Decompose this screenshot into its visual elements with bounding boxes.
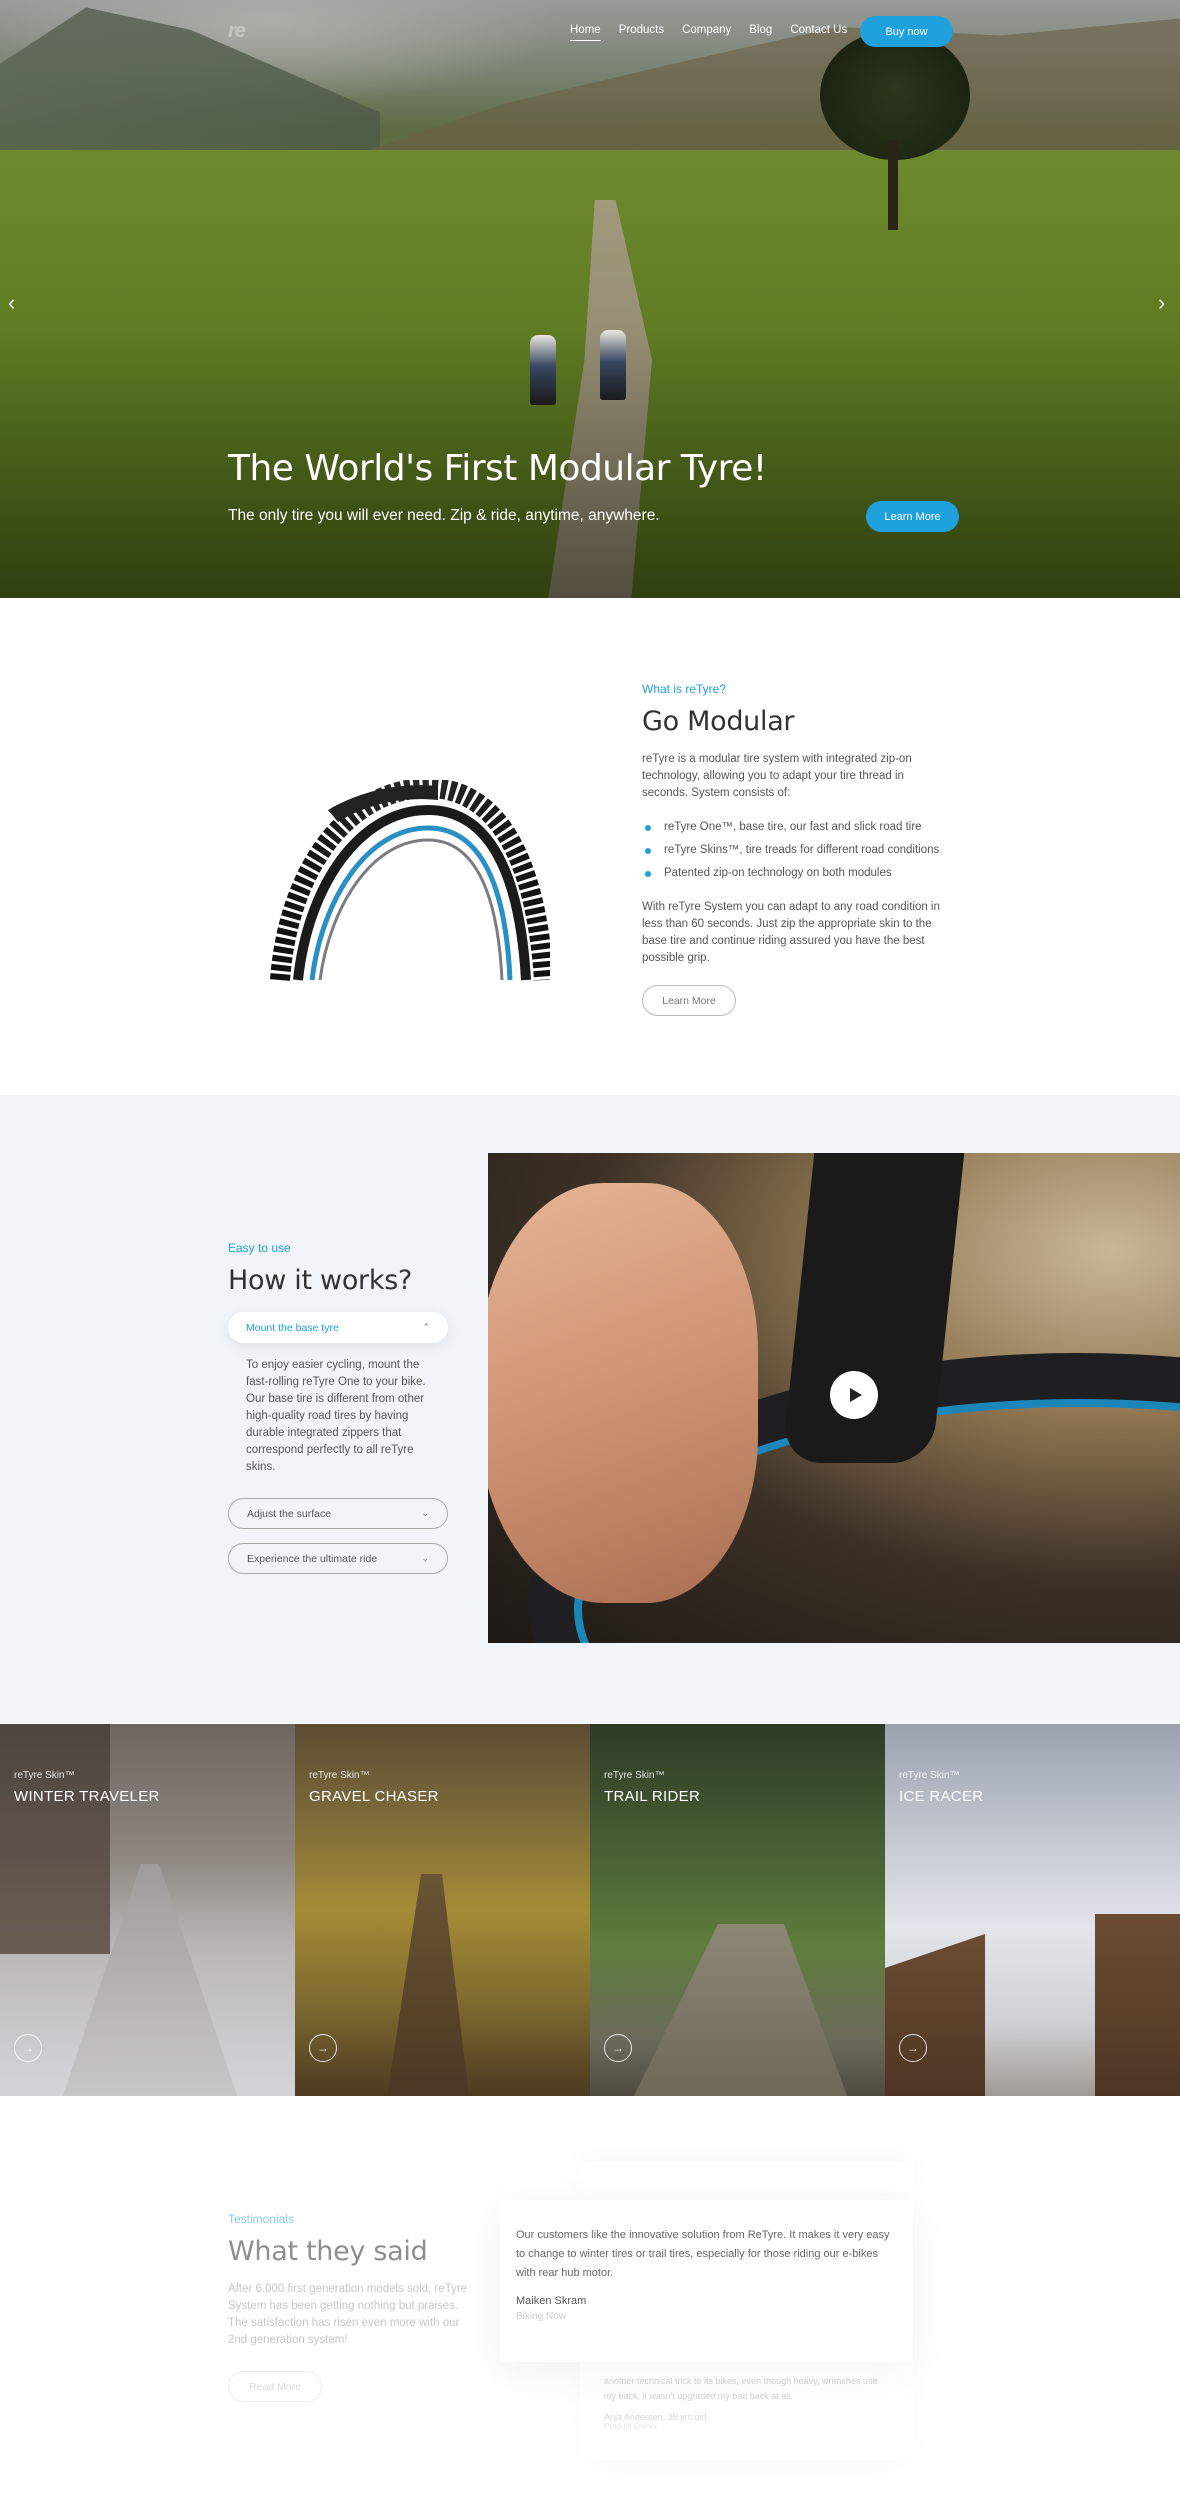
- accordion-label: Experience the ultimate ride: [247, 1552, 378, 1565]
- list-item: reTyre One™, base tire, our fast and sli…: [642, 816, 942, 839]
- skin-image: [885, 1934, 985, 2096]
- hero-section: re Home Products Company Blog Contact Us…: [0, 0, 1180, 598]
- skin-card-ice-racer[interactable]: reTyre Skin™ ICE RACER →: [885, 1724, 1180, 2096]
- how-video[interactable]: [488, 1153, 1180, 1643]
- main-nav: Home Products Company Blog Contact Us: [570, 24, 865, 41]
- how-eyebrow: Easy to use: [228, 1241, 291, 1255]
- modular-outro: With reTyre System you can adapt to any …: [642, 901, 940, 964]
- buy-now-button[interactable]: Buy now: [860, 16, 953, 47]
- modular-learn-more-button[interactable]: Learn More: [642, 985, 736, 1016]
- list-item: Patented zip-on technology on both modul…: [642, 862, 942, 885]
- testimonial-role: Biking Now: [516, 2311, 567, 2322]
- how-title: How it works?: [228, 1265, 412, 1296]
- accordion-body: To enjoy easier cycling, mount the fast-…: [246, 1359, 426, 1473]
- logo-text: re: [228, 20, 246, 42]
- nav-blog[interactable]: Blog: [749, 24, 772, 41]
- hero-subtitle: The only tire you will ever need. Zip & …: [228, 507, 660, 524]
- nav-products[interactable]: Products: [619, 24, 664, 41]
- how-text: Easy to use How it works? Mount the base…: [228, 1241, 453, 1574]
- chevron-up-icon: ⌃: [422, 1322, 430, 1332]
- testimonials-title: What they said: [228, 2236, 428, 2267]
- read-more-button[interactable]: Read More: [228, 2371, 322, 2402]
- skin-category: reTyre Skin™: [309, 1770, 370, 1781]
- chevron-left-icon[interactable]: ‹: [8, 290, 15, 316]
- skin-category: reTyre Skin™: [14, 1770, 75, 1781]
- chevron-down-icon: ⌄: [421, 1553, 429, 1563]
- skin-category: reTyre Skin™: [604, 1770, 665, 1781]
- chevron-right-icon[interactable]: ›: [1158, 290, 1165, 316]
- skin-name: WINTER TRAVELER: [14, 1788, 160, 1805]
- accordion-label: Adjust the surface: [247, 1507, 332, 1520]
- accordion-label: Mount the base tyre: [246, 1321, 339, 1334]
- skin-name: ICE RACER: [899, 1788, 984, 1805]
- nav-home[interactable]: Home: [570, 24, 601, 41]
- testimonial-role: Product Owner: [604, 2422, 658, 2431]
- testimonial-author: Anja Andersen, 35 yrs old: [604, 2412, 707, 2422]
- skins-gallery: reTyre Skin™ WINTER TRAVELER → reTyre Sk…: [0, 1724, 1180, 2096]
- arrow-right-icon[interactable]: →: [899, 2034, 927, 2062]
- feature-list: reTyre One™, base tire, our fast and sli…: [642, 816, 942, 885]
- testimonials-body: After 6.000 first generation models sold…: [228, 2283, 468, 2346]
- skin-image: [386, 1874, 470, 2096]
- modular-intro: reTyre is a modular tire system with int…: [642, 753, 912, 799]
- how-it-works-section: Easy to use How it works? Mount the base…: [0, 1095, 1180, 1723]
- hero-learn-more-button[interactable]: Learn More: [866, 501, 959, 532]
- skin-image: [0, 1724, 110, 1954]
- modular-section: What is reTyre? Go Modular reTyre is a m…: [642, 682, 942, 1016]
- modular-title: Go Modular: [642, 706, 795, 737]
- testimonial-card-shadow: [580, 2162, 913, 2192]
- testimonials-section: Testimonials What they said After 6.000 …: [228, 2212, 468, 2402]
- brand-logo[interactable]: re: [228, 20, 246, 43]
- skin-name: TRAIL RIDER: [604, 1788, 701, 1805]
- play-icon[interactable]: [830, 1371, 878, 1419]
- skin-card-winter-traveler[interactable]: reTyre Skin™ WINTER TRAVELER →: [0, 1724, 295, 2096]
- nav-company[interactable]: Company: [682, 24, 731, 41]
- testimonials-eyebrow: Testimonials: [228, 2212, 295, 2226]
- accordion-step-3[interactable]: Experience the ultimate ride ⌄: [228, 1543, 448, 1574]
- skin-card-trail-rider[interactable]: reTyre Skin™ TRAIL RIDER →: [590, 1724, 885, 2096]
- skin-category: reTyre Skin™: [899, 1770, 960, 1781]
- hero-title: The World's First Modular Tyre!: [228, 448, 767, 489]
- tire-image: [270, 780, 550, 981]
- accordion-step-2[interactable]: Adjust the surface ⌄: [228, 1498, 448, 1529]
- video-hand: [488, 1183, 758, 1603]
- arrow-right-icon[interactable]: →: [604, 2034, 632, 2062]
- arrow-right-icon[interactable]: →: [14, 2034, 42, 2062]
- testimonial-card-next: another technical trick to its bikes, ev…: [580, 2360, 913, 2460]
- arrow-right-icon[interactable]: →: [309, 2034, 337, 2062]
- testimonial-author: Maiken Skram: [516, 2295, 587, 2307]
- list-item: reTyre Skins™, tire treads for different…: [642, 839, 942, 862]
- testimonial-quote: Our customers like the innovative soluti…: [516, 2229, 890, 2279]
- skin-image: [1095, 1914, 1180, 2096]
- accordion-step-1[interactable]: Mount the base tyre ⌃: [228, 1312, 448, 1343]
- skin-name: GRAVEL CHASER: [309, 1788, 439, 1805]
- modular-eyebrow: What is reTyre?: [642, 682, 727, 696]
- testimonial-card: Our customers like the innovative soluti…: [500, 2200, 913, 2362]
- nav-contact[interactable]: Contact Us: [790, 24, 847, 41]
- testimonial-quote: another technical trick to its bikes, ev…: [604, 2376, 878, 2401]
- skin-image: [630, 1924, 850, 2096]
- skin-card-gravel-chaser[interactable]: reTyre Skin™ GRAVEL CHASER →: [295, 1724, 590, 2096]
- chevron-down-icon: ⌄: [421, 1508, 429, 1518]
